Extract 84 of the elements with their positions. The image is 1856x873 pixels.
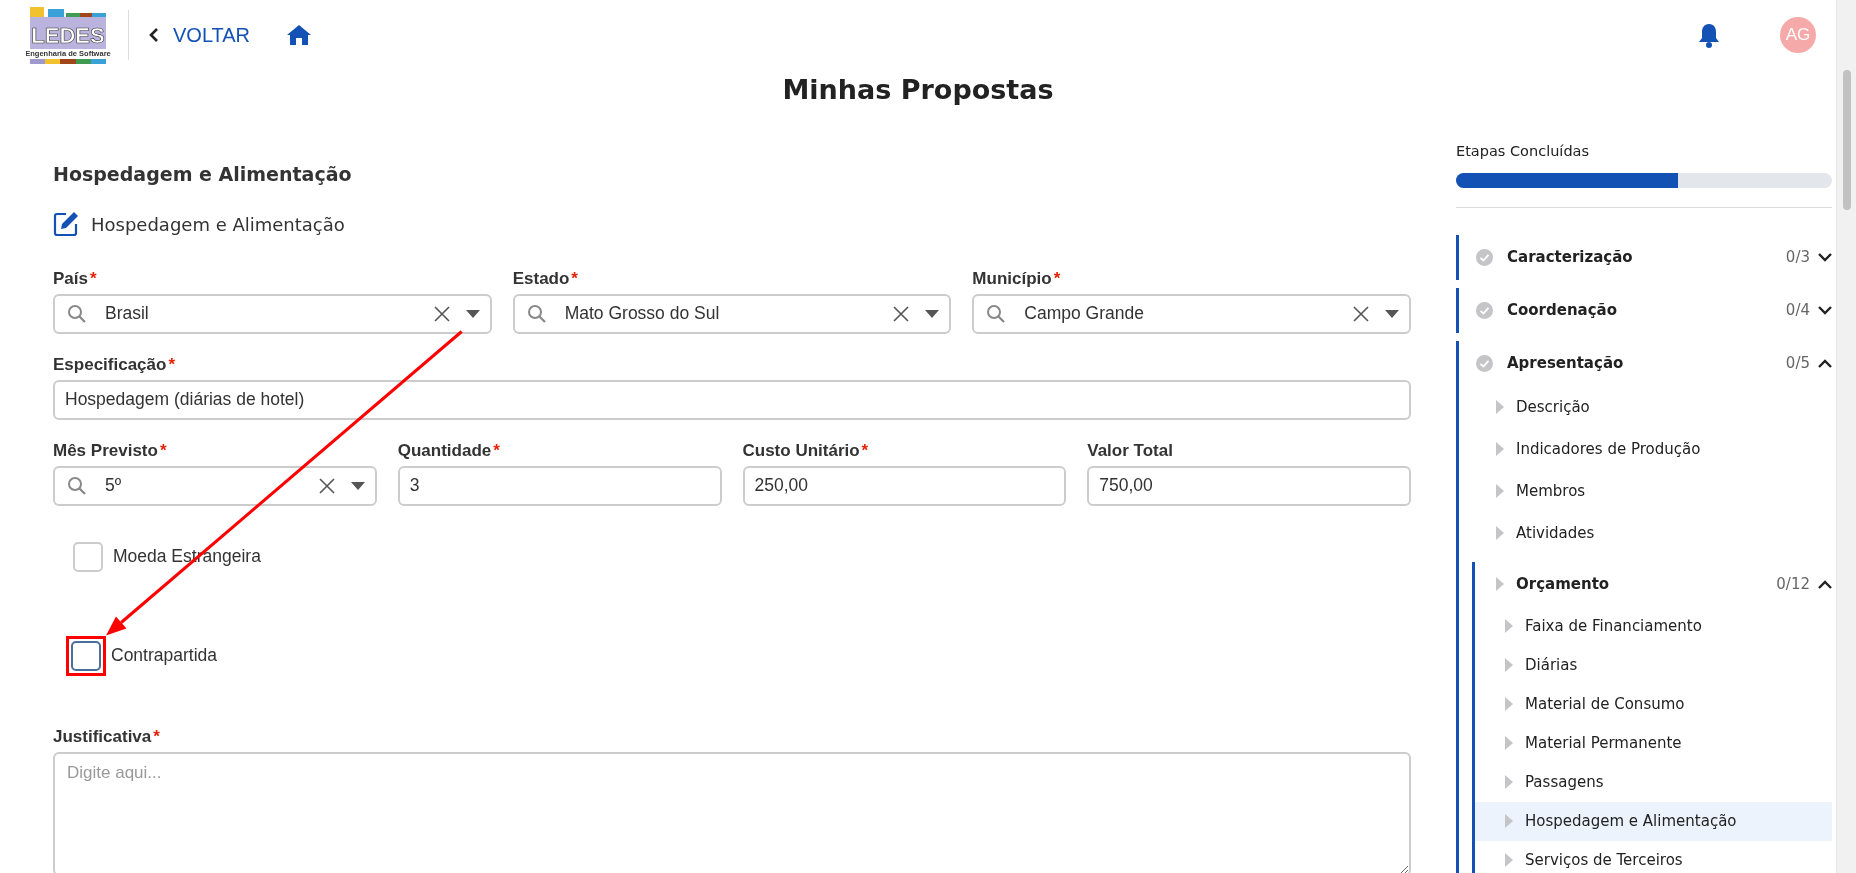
select-field[interactable]: Mato Grosso do Sul <box>512 293 952 334</box>
home-icon[interactable] <box>286 24 313 46</box>
substep-item[interactable]: Descrição <box>1459 385 1832 428</box>
chevron-down-icon[interactable] <box>1818 305 1832 315</box>
section-title: Hospedagem e Alimentação <box>53 162 353 187</box>
edit-icon <box>53 211 79 237</box>
field-label: Estado* <box>512 267 579 290</box>
caret-down-icon[interactable] <box>925 309 940 318</box>
required-mark: * <box>571 268 578 288</box>
select-field[interactable]: Brasil <box>53 293 492 334</box>
search-icon <box>986 303 1007 324</box>
search-icon <box>526 303 547 324</box>
input-field[interactable]: Hospedagem (diárias de hotel) <box>53 379 1411 420</box>
bell-icon[interactable] <box>1698 22 1720 48</box>
progress-title: Etapas Concluídas <box>1456 142 1591 161</box>
required-mark: * <box>168 354 176 374</box>
input-field[interactable]: 250,00 <box>742 465 1067 506</box>
field-label: Município* <box>972 267 1062 290</box>
substep-item[interactable]: Orçamento 0/12 <box>1475 561 1832 607</box>
caret-right-icon <box>1496 399 1504 414</box>
chevron-left-icon <box>149 27 159 43</box>
field-label: Custo Unitário* <box>742 439 870 462</box>
substep-item[interactable]: Passagens <box>1475 762 1832 802</box>
required-mark: * <box>159 440 167 460</box>
caret-right-icon <box>1496 577 1504 592</box>
required-mark: * <box>1053 268 1061 288</box>
step-item[interactable]: Caracterização 0/3 <box>1459 234 1832 280</box>
chevron-up-icon[interactable] <box>1818 579 1832 589</box>
chevron-up-icon[interactable] <box>1818 358 1832 368</box>
check-circle-icon <box>1476 354 1493 372</box>
caret-right-icon <box>1505 853 1513 868</box>
substep-item[interactable]: Material de Consumo <box>1475 684 1832 724</box>
field-label: Quantidade* <box>397 439 501 462</box>
check-circle-icon <box>1476 248 1493 266</box>
caret-right-icon <box>1505 814 1513 829</box>
select-field[interactable]: Campo Grande <box>972 293 1411 334</box>
caret-right-icon <box>1505 619 1513 634</box>
required-mark: * <box>493 440 500 460</box>
field-label: Mês Previsto* <box>53 439 168 462</box>
caret-down-icon[interactable] <box>465 309 480 318</box>
caret-right-icon <box>1496 441 1504 456</box>
scrollbar[interactable] <box>1836 0 1856 873</box>
clear-icon[interactable] <box>433 305 450 322</box>
select-field[interactable]: 5º <box>53 465 377 506</box>
caret-right-icon <box>1505 658 1513 673</box>
input-field[interactable]: 750,00 <box>1087 465 1411 506</box>
substep-item[interactable]: Diárias <box>1475 645 1832 685</box>
substep-item[interactable]: Membros <box>1459 469 1832 512</box>
input-field[interactable]: 3 <box>397 465 722 506</box>
step-item[interactable]: Coordenação 0/4 <box>1459 287 1832 333</box>
check-circle-icon <box>1476 301 1493 319</box>
page-title: Minhas Propostas <box>781 73 1055 107</box>
search-icon <box>67 475 87 496</box>
field-label: Especificação* <box>53 353 177 376</box>
caret-right-icon <box>1496 525 1504 540</box>
substep-item[interactable]: Hospedagem e Alimentação <box>1475 801 1832 841</box>
field-label: Valor Total <box>1087 439 1174 462</box>
clear-icon[interactable] <box>318 477 335 494</box>
substep-item[interactable]: Faixa de Financiamento <box>1475 606 1832 646</box>
caret-down-icon[interactable] <box>350 481 365 490</box>
field-label: País* <box>53 267 98 290</box>
chevron-down-icon[interactable] <box>1818 252 1832 262</box>
search-icon <box>67 303 87 324</box>
form-subtitle: Hospedagem e Alimentação <box>91 212 345 237</box>
caret-right-icon <box>1505 697 1513 712</box>
caret-right-icon <box>1496 483 1504 498</box>
step-item[interactable]: Apresentação 0/5 <box>1459 340 1832 386</box>
back-link[interactable]: VOLTAR <box>149 20 251 50</box>
textarea-field[interactable]: Digite aqui... <box>53 751 1411 873</box>
substep-item[interactable]: Material Permanente <box>1475 723 1832 763</box>
required-mark: * <box>90 268 97 288</box>
caret-right-icon <box>1505 775 1513 790</box>
substep-item[interactable]: Serviços de Terceiros <box>1475 840 1832 873</box>
substep-item[interactable]: Atividades <box>1459 511 1832 554</box>
scrollbar-thumb[interactable] <box>1842 70 1851 210</box>
field-label: Justificativa* <box>53 725 161 748</box>
substep-item[interactable]: Indicadores de Produção <box>1459 427 1832 470</box>
caret-down-icon[interactable] <box>1385 309 1399 318</box>
required-mark: * <box>153 726 160 746</box>
checkbox-label: Contrapartida <box>111 644 218 668</box>
clear-icon[interactable] <box>893 305 910 322</box>
caret-right-icon <box>1505 736 1513 751</box>
required-mark: * <box>861 440 869 460</box>
clear-icon[interactable] <box>1353 305 1369 322</box>
